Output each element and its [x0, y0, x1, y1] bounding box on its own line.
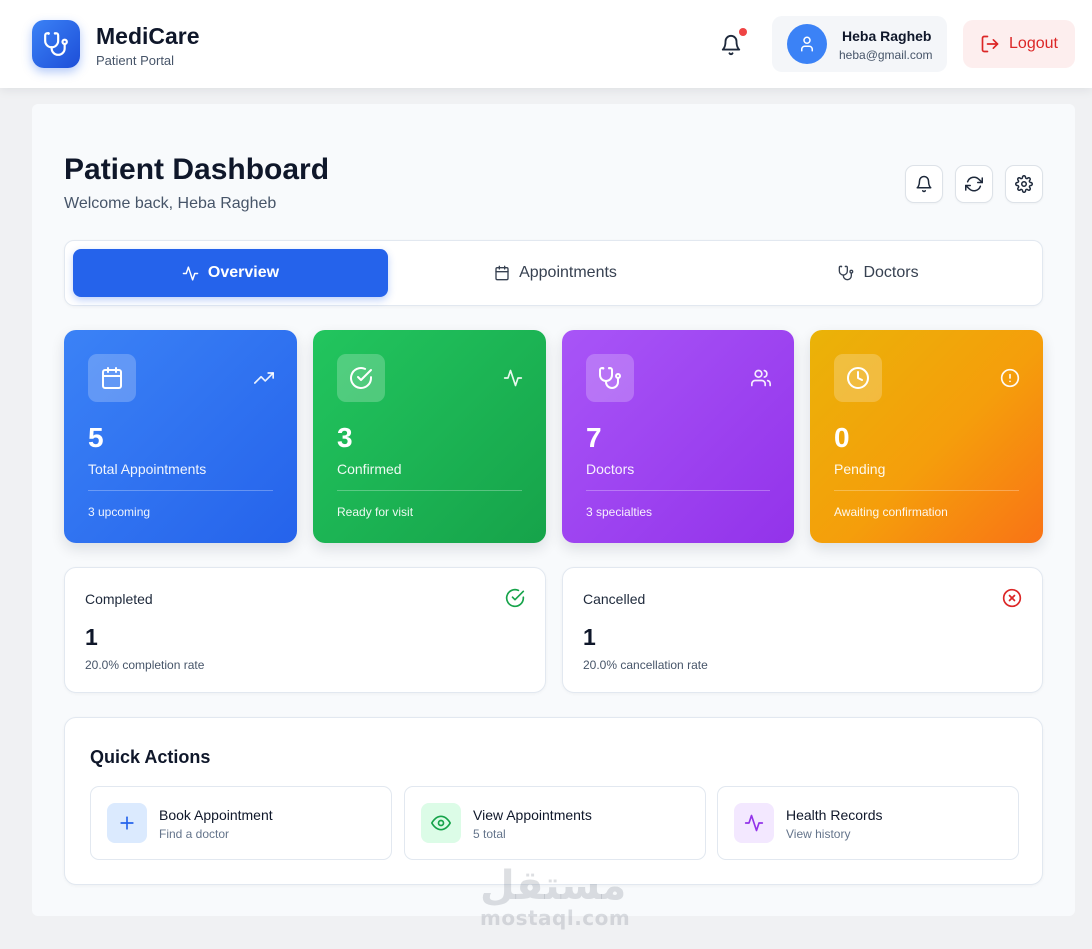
- quick-actions-title: Quick Actions: [90, 747, 211, 767]
- stat-label: Doctors: [586, 461, 635, 477]
- action-title: Health Records: [786, 807, 883, 823]
- logout-label: Logout: [1009, 35, 1058, 52]
- notifications-toolbar-button[interactable]: [905, 165, 943, 203]
- summary-value: 1: [583, 624, 596, 650]
- page-title: Patient Dashboard: [64, 153, 330, 186]
- summary-title: Completed: [85, 591, 153, 607]
- alert-indicator: [999, 367, 1021, 389]
- book-appointment-button[interactable]: Book Appointment Find a doctor: [90, 786, 392, 860]
- activity-icon: [503, 369, 523, 387]
- stat-card-doctors[interactable]: 7 Doctors 3 specialties: [562, 330, 794, 543]
- app-logo[interactable]: [32, 20, 80, 68]
- divider: [586, 490, 770, 491]
- stat-icon-box: [834, 354, 882, 402]
- stat-note: 3 specialties: [586, 505, 653, 519]
- stat-icon-box: [88, 354, 136, 402]
- tab-label: Overview: [207, 264, 280, 281]
- action-title: View Appointments: [473, 807, 592, 823]
- action-icon-box: [421, 803, 461, 843]
- trending-up-icon: [254, 372, 274, 384]
- unread-indicator: [739, 28, 747, 36]
- stethoscope-icon: [839, 265, 854, 281]
- users-indicator: [750, 367, 772, 389]
- tab-label: Appointments: [519, 264, 617, 281]
- stat-note: Ready for visit: [337, 505, 414, 519]
- check-circle-icon: [505, 588, 525, 608]
- health-records-button[interactable]: Health Records View history: [717, 786, 1019, 860]
- bell-icon: [721, 35, 741, 56]
- tab-overview[interactable]: Overview: [73, 249, 388, 297]
- action-subtitle: 5 total: [473, 827, 506, 841]
- stat-card-pending[interactable]: 0 Pending Awaiting confirmation: [810, 330, 1043, 543]
- stat-value: 0: [834, 422, 850, 453]
- stat-value: 5: [88, 422, 104, 453]
- stat-value: 7: [586, 422, 602, 453]
- action-subtitle: Find a doctor: [159, 827, 230, 841]
- divider: [88, 490, 273, 491]
- settings-button[interactable]: [1005, 165, 1043, 203]
- logout-icon: [981, 35, 999, 53]
- view-appointments-button[interactable]: View Appointments 5 total: [404, 786, 706, 860]
- summary-title: Cancelled: [583, 591, 646, 607]
- stat-label: Confirmed: [337, 461, 402, 477]
- dashboard-tabs: Overview Appointments Doctors: [64, 240, 1043, 306]
- calendar-icon: [102, 367, 122, 389]
- users-icon: [751, 369, 771, 387]
- activity-icon: [182, 265, 199, 281]
- user-email: heba@gmail.com: [839, 48, 933, 62]
- stethoscope-icon: [599, 367, 621, 389]
- divider: [337, 490, 522, 491]
- stat-icon-box: [586, 354, 634, 402]
- settings-icon: [1015, 175, 1033, 193]
- watermark-arabic: مستقل: [480, 863, 627, 909]
- summary-value: 1: [85, 624, 98, 650]
- calendar-icon: [495, 265, 509, 281]
- action-icon-box: [734, 803, 774, 843]
- clock-icon: [847, 367, 869, 389]
- check-circle-icon: [350, 367, 372, 389]
- logout-button[interactable]: Logout: [963, 20, 1075, 68]
- stat-value: 3: [337, 422, 353, 453]
- bell-icon: [916, 175, 932, 193]
- summary-note: 20.0% completion rate: [85, 658, 205, 672]
- app-name: MediCare: [96, 23, 200, 49]
- trend-indicator: [253, 367, 275, 389]
- user-profile-menu[interactable]: Heba Ragheb heba@gmail.com: [772, 16, 947, 72]
- notifications-button[interactable]: [713, 27, 749, 63]
- stat-icon-box: [337, 354, 385, 402]
- tab-label: Doctors: [863, 264, 919, 281]
- app-subtitle: Patient Portal: [96, 53, 175, 68]
- divider: [834, 490, 1019, 491]
- x-circle-icon: [1002, 588, 1022, 608]
- refresh-button[interactable]: [955, 165, 993, 203]
- stat-card-total-appointments[interactable]: 5 Total Appointments 3 upcoming: [64, 330, 297, 543]
- stat-note: 3 upcoming: [88, 505, 151, 519]
- plus-icon: [120, 816, 134, 830]
- action-subtitle: View history: [786, 827, 851, 841]
- eye-icon: [431, 815, 451, 831]
- top-navigation-bar: MediCare Patient Portal Heba Ragheb heba…: [0, 0, 1092, 88]
- stat-label: Total Appointments: [88, 461, 207, 477]
- welcome-message: Welcome back, Heba Ragheb: [64, 195, 277, 212]
- avatar: [787, 24, 827, 64]
- activity-indicator: [502, 367, 524, 389]
- watermark-url: mostaql.com: [480, 906, 631, 930]
- refresh-icon: [965, 176, 983, 192]
- user-name: Heba Ragheb: [842, 28, 932, 44]
- user-icon: [801, 36, 813, 52]
- summary-card-completed[interactable]: Completed 1 20.0% completion rate: [64, 567, 546, 693]
- tab-doctors[interactable]: Doctors: [721, 249, 1036, 297]
- alert-circle-icon: [1000, 368, 1020, 388]
- quick-actions-panel: Quick Actions Book Appointment Find a do…: [64, 717, 1043, 885]
- action-title: Book Appointment: [159, 807, 273, 823]
- stethoscope-icon: [44, 32, 68, 56]
- tab-appointments[interactable]: Appointments: [398, 249, 713, 297]
- action-icon-box: [107, 803, 147, 843]
- stat-label: Pending: [834, 461, 886, 477]
- stat-note: Awaiting confirmation: [834, 505, 948, 519]
- stat-card-confirmed[interactable]: 3 Confirmed Ready for visit: [313, 330, 546, 543]
- activity-icon: [744, 814, 764, 832]
- summary-note: 20.0% cancellation rate: [583, 658, 708, 672]
- summary-card-cancelled[interactable]: Cancelled 1 20.0% cancellation rate: [562, 567, 1043, 693]
